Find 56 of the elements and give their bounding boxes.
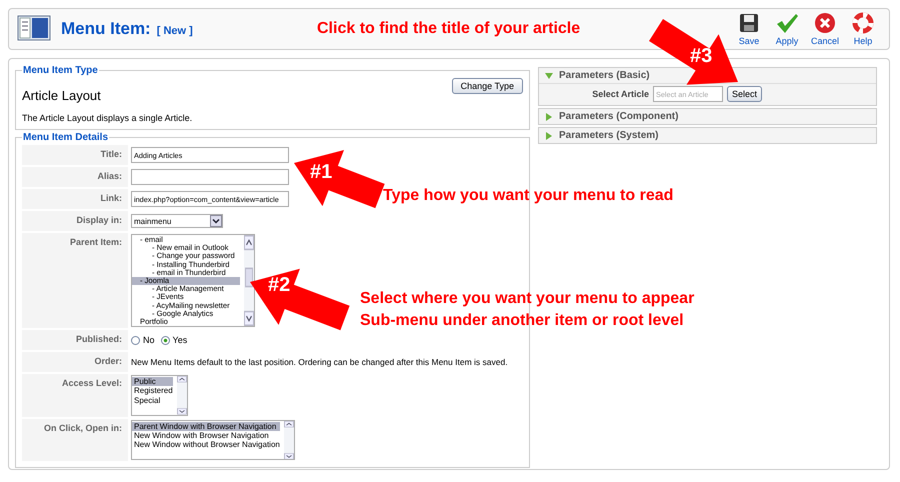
scrollbar[interactable] xyxy=(244,235,254,326)
field-label: Order: xyxy=(22,352,128,372)
callout-text: Type how you want your menu to read xyxy=(383,187,674,205)
change-type-button[interactable]: Change Type xyxy=(452,78,523,94)
callout-number: #1 xyxy=(310,161,332,184)
field-label: Access Level: xyxy=(22,374,128,417)
list-box[interactable]: Public Registered Special xyxy=(131,375,188,416)
field-label: Alias: xyxy=(22,167,128,187)
scrollbar[interactable] xyxy=(284,420,294,460)
field-label: Published: xyxy=(22,330,128,350)
panel-header[interactable]: Parameters (System) xyxy=(539,128,876,143)
order-note: New Menu Items default to the last position. Ordering can be changed after this Menu Item is saved. xyxy=(131,357,508,367)
callout-text: Sub-menu under another item or root level xyxy=(360,312,684,330)
type-description: The Article Layout displays a single Article. xyxy=(22,113,194,123)
callout-text: Select where you want your menu to appear xyxy=(360,290,694,308)
new-label: [ New ] xyxy=(156,25,193,37)
field-label: On Click, Open in: xyxy=(22,418,128,462)
callout-number: #2 xyxy=(268,274,290,297)
apply-button[interactable]: Apply xyxy=(769,12,805,46)
scrollbar[interactable] xyxy=(176,376,187,415)
section-legend: Menu Item Type xyxy=(22,65,99,76)
section-legend: Menu Item Details xyxy=(22,132,110,143)
list-option[interactable]: Special xyxy=(132,396,173,406)
triangle-down-icon xyxy=(545,72,553,80)
triangle-right-icon xyxy=(545,132,553,140)
lifebuoy-icon xyxy=(852,12,874,34)
panel-header[interactable]: Parameters (Basic) xyxy=(539,68,876,83)
help-button[interactable]: Help xyxy=(845,12,881,46)
field-label: Display in: xyxy=(22,211,128,231)
list-option[interactable]: New Window without Browser Navigation xyxy=(132,440,280,450)
list-box[interactable]: Parent Window with Browser Navigation New Window with Browser Navigation New Window without Browser Navigation xyxy=(131,420,295,460)
checkmark-icon xyxy=(775,12,799,34)
dropdown[interactable]: mainmenu xyxy=(131,214,223,228)
type-heading: Article Layout xyxy=(22,88,101,103)
chevron-down-icon xyxy=(210,215,222,227)
list-option[interactable]: Parent Window with Browser Navigation xyxy=(132,422,280,431)
panel-header[interactable]: Parameters (Component) xyxy=(539,109,876,124)
list-option[interactable]: Public xyxy=(132,377,173,386)
page-title: Menu Item: xyxy=(61,19,151,39)
field-label: Parent Item: xyxy=(22,233,128,328)
save-button[interactable]: Save xyxy=(731,12,767,46)
callout-text: Click to find the title of your article xyxy=(317,20,582,38)
radio-option[interactable]: Yes xyxy=(160,335,188,345)
text-field[interactable] xyxy=(131,169,289,185)
select-button[interactable]: Select xyxy=(727,86,762,102)
menu-item-icon xyxy=(17,15,51,43)
field-label: Link: xyxy=(22,189,128,209)
field-label: Select Article xyxy=(591,89,649,99)
list-option[interactable]: Registered xyxy=(132,386,173,396)
close-icon xyxy=(814,12,836,34)
radio-option[interactable]: No xyxy=(131,335,155,345)
field-label: Title: xyxy=(22,145,128,165)
callout-number: #3 xyxy=(690,45,712,68)
triangle-right-icon xyxy=(545,112,553,120)
cancel-button[interactable]: Cancel xyxy=(807,12,843,46)
list-option[interactable]: New Window with Browser Navigation xyxy=(132,431,280,440)
